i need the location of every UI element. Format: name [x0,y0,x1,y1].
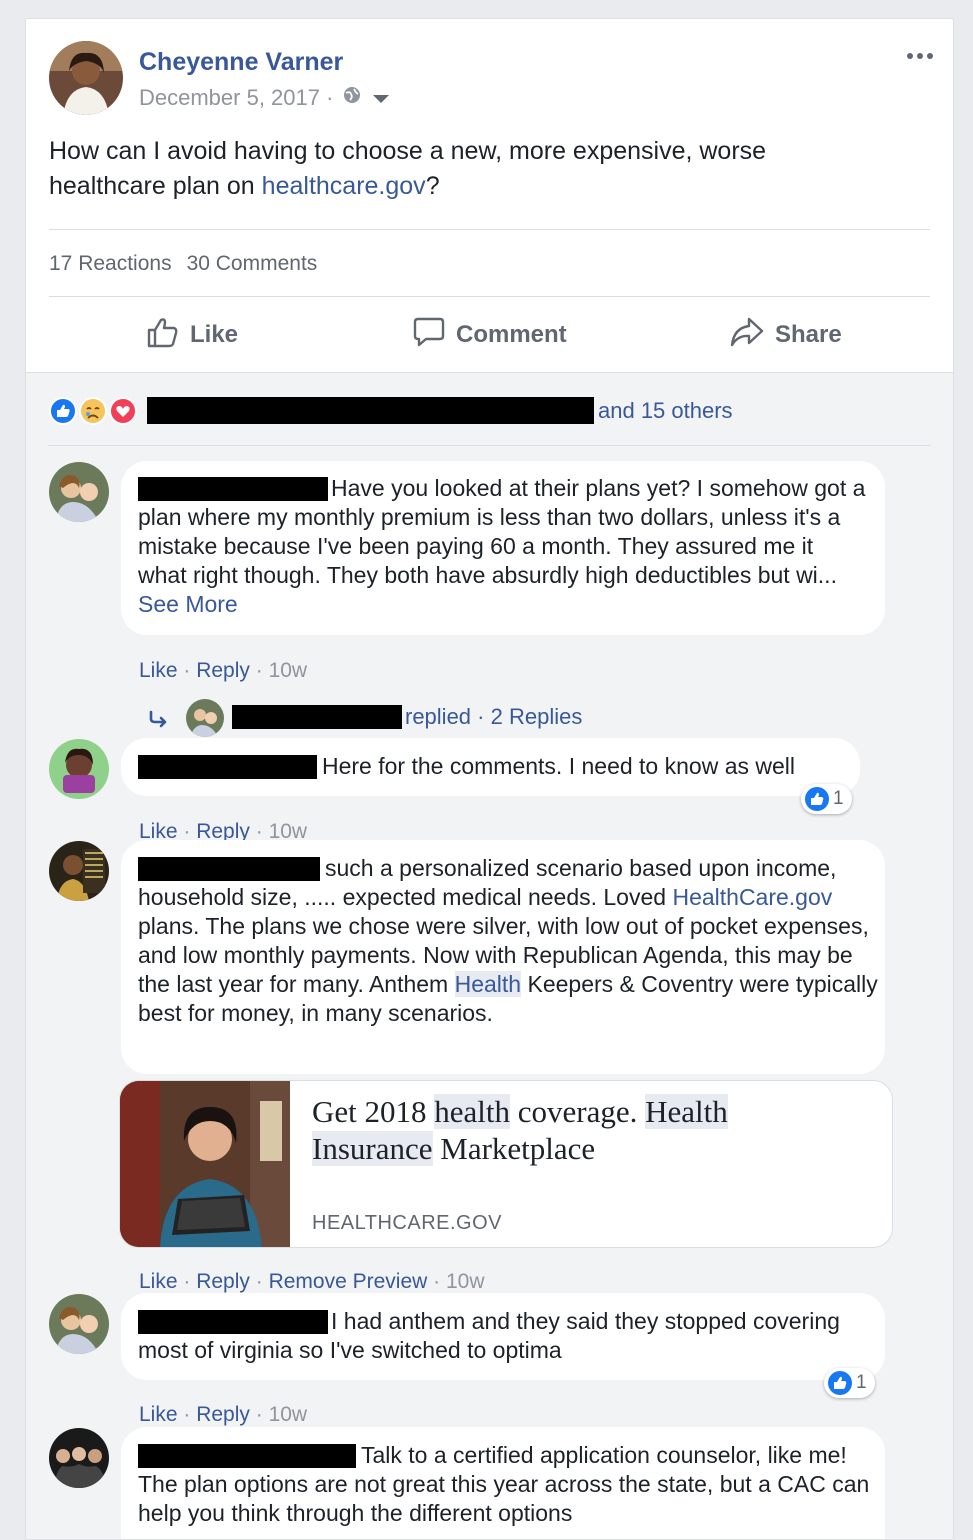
comment-time[interactable]: 10w [446,1270,485,1293]
reaction-icons[interactable] [48,396,140,426]
date-separator: · [320,85,340,110]
commenter-avatar[interactable] [49,1428,109,1488]
like-button-label: Like [190,321,239,348]
highlighted-health-link[interactable]: Health [454,971,522,997]
globe-icon [342,85,362,111]
comment-body: Here for the comments. I need to know as… [322,753,795,779]
comment-like-link[interactable]: Like [139,1270,178,1293]
comment-reply-link[interactable]: Reply [196,659,250,682]
comment-button[interactable]: Comment [412,315,567,355]
comments-section: and 15 others Have you looked at their p… [26,372,953,1539]
preview-title[interactable]: Get 2018 health coverage. Health Insuranc… [312,1093,872,1167]
comment-meta: Like · Reply · Remove Preview · 10w [139,1270,485,1293]
share-button-label: Share [775,321,842,348]
reactions-others-link[interactable]: and 15 others [598,398,733,424]
reply-arrow-icon [148,709,172,734]
post-meta: December 5, 2017 · [139,85,390,111]
like-button[interactable]: Like [146,315,238,355]
comment-bubble: Here for the comments. I need to know as… [121,738,860,796]
replies-link[interactable]: replied · 2 Replies [405,704,582,730]
like-reaction-icon [805,787,829,811]
comment-reply-link[interactable]: Reply [196,1270,250,1293]
author-avatar[interactable] [49,41,123,115]
healthcare-gov-link[interactable]: healthcare.gov [262,172,426,200]
comment-bubble: I had anthem and they said they stopped … [121,1293,885,1380]
comment-like-link[interactable]: Like [139,1403,178,1426]
audience-dropdown-icon[interactable] [372,85,390,111]
remove-preview-link[interactable]: Remove Preview [269,1270,428,1293]
preview-image [120,1081,290,1247]
commenter-avatar[interactable] [49,739,109,799]
post-text-end: ? [425,172,440,200]
healthcare-gov-link[interactable]: HealthCare.gov [672,884,832,910]
comment-reply-link[interactable]: Reply [196,1403,250,1426]
more-options-icon[interactable] [905,49,935,63]
comment-meta: Like · Reply · 10w [139,659,308,682]
comments-count[interactable]: 30 Comments [187,252,318,276]
comment-text: such a personalized scenario based upon … [138,854,878,1028]
like-reaction-icon [828,1371,852,1395]
redacted-commenter-name [138,755,317,779]
preview-domain: HEALTHCARE.GOV [312,1212,502,1234]
link-preview-card[interactable]: Get 2018 health coverage. Health Insuranc… [119,1080,893,1248]
post-date[interactable]: December 5, 2017 [139,85,320,111]
reactions-count[interactable]: 17 Reactions [49,252,172,276]
comment-body: Talk to a certified application counselo… [138,1442,870,1526]
post-stats: 17 Reactions 30 Comments [49,252,317,276]
comment-time[interactable]: 10w [269,1403,308,1426]
commenter-avatar[interactable] [49,841,109,901]
post-card: Cheyenne Varner December 5, 2017 · How c… [25,18,954,1540]
share-arrow-icon [729,315,765,356]
comment-meta: Like · Reply · 10w [139,1403,308,1426]
comment-body: Have you looked at their plans yet? I so… [138,475,866,588]
thumbs-up-icon [146,315,180,356]
commenter-avatar[interactable] [49,1294,109,1354]
comment-like-link[interactable]: Like [139,659,178,682]
comment-text: Have you looked at their plans yet? I so… [138,474,868,619]
comment-bubble: Have you looked at their plans yet? I so… [121,461,885,635]
post-text: How can I avoid having to choose a new, … [49,134,859,204]
comment-button-label: Comment [456,321,567,348]
replied-label: replied [405,704,472,729]
comment-time[interactable]: 10w [269,659,308,682]
comment-reaction-count[interactable]: 1 [824,1368,875,1398]
author-name[interactable]: Cheyenne Varner [139,48,343,77]
comment-reaction-count[interactable]: 1 [801,784,852,814]
commenter-avatar[interactable] [49,462,109,522]
replies-count: 2 Replies [490,704,583,729]
speech-bubble-icon [412,315,446,356]
share-button[interactable]: Share [729,315,842,355]
comment-bubble: such a personalized scenario based upon … [121,840,885,1074]
replier-avatar[interactable] [186,699,224,737]
comment-body: I had anthem and they said they stopped … [138,1308,840,1363]
redacted-replier-name [232,705,402,729]
redacted-names [147,397,594,424]
comment-bubble: Talk to a certified application counselo… [121,1427,885,1539]
see-more-link[interactable]: See More [138,591,238,617]
